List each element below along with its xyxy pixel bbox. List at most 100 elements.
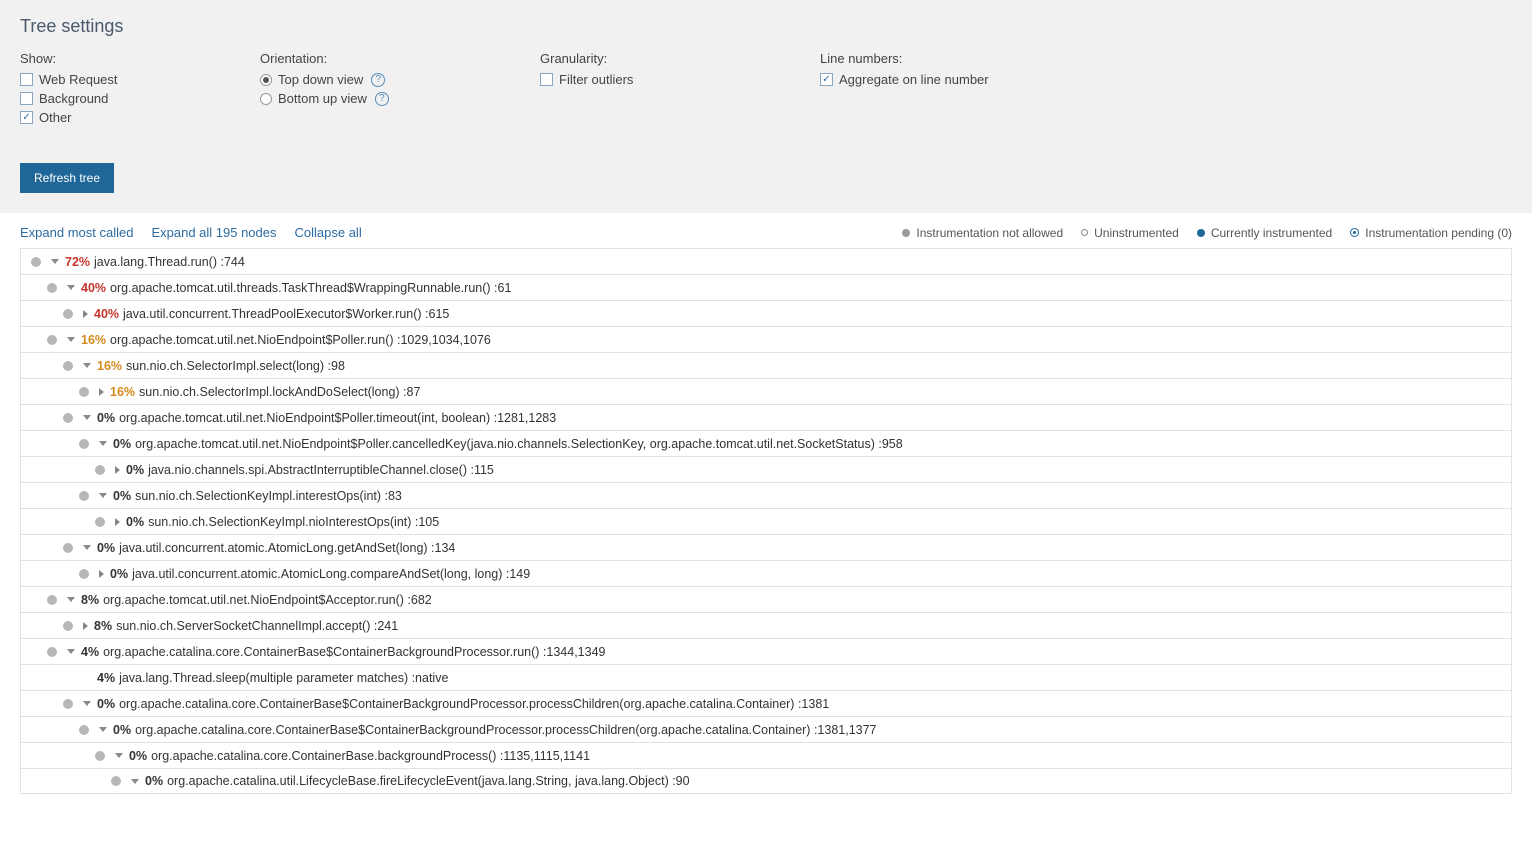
percentage-value: 0%: [126, 463, 144, 477]
checkbox-filter-outliers[interactable]: Filter outliers: [540, 72, 780, 87]
caret-down-icon[interactable]: [67, 285, 75, 290]
expand-all-link[interactable]: Expand all 195 nodes: [151, 225, 276, 240]
caret-down-icon[interactable]: [67, 337, 75, 342]
tree-row[interactable]: 0%org.apache.catalina.util.LifecycleBase…: [21, 768, 1511, 794]
method-signature: sun.nio.ch.ServerSocketChannelImpl.accep…: [116, 619, 398, 633]
tree-row[interactable]: 16%org.apache.tomcat.util.net.NioEndpoin…: [21, 326, 1511, 352]
legend-uninstrumented: Uninstrumented: [1081, 226, 1179, 240]
status-dot-icon[interactable]: [63, 543, 73, 553]
status-dot-icon[interactable]: [79, 387, 89, 397]
tree-row[interactable]: 0%sun.nio.ch.SelectionKeyImpl.nioInteres…: [21, 508, 1511, 534]
caret-down-icon[interactable]: [51, 259, 59, 264]
help-icon[interactable]: ?: [375, 92, 389, 106]
method-signature: org.apache.tomcat.util.net.NioEndpoint$P…: [119, 411, 556, 425]
status-dot-icon[interactable]: [63, 621, 73, 631]
tree-row[interactable]: 8% sun.nio.ch.ServerSocketChannelImpl.acc…: [21, 612, 1511, 638]
method-signature: java.util.concurrent.ThreadPoolExecutor$…: [123, 307, 449, 321]
granularity-column: Granularity: Filter outliers: [540, 51, 780, 129]
status-dot-icon[interactable]: [31, 257, 41, 267]
help-icon[interactable]: ?: [371, 73, 385, 87]
collapse-all-link[interactable]: Collapse all: [295, 225, 362, 240]
granularity-label: Granularity:: [540, 51, 780, 66]
caret-down-icon[interactable]: [83, 415, 91, 420]
caret-down-icon[interactable]: [131, 779, 139, 784]
tree-row[interactable]: 40%org.apache.tomcat.util.threads.TaskTh…: [21, 274, 1511, 300]
status-dot-icon[interactable]: [79, 725, 89, 735]
status-dot-icon[interactable]: [95, 517, 105, 527]
percentage-value: 8%: [94, 619, 112, 633]
status-dot-icon[interactable]: [111, 776, 121, 786]
caret-down-icon[interactable]: [115, 753, 123, 758]
caret-down-icon[interactable]: [67, 649, 75, 654]
caret-down-icon[interactable]: [99, 727, 107, 732]
percentage-value: 0%: [110, 567, 128, 581]
checkbox-background[interactable]: Background: [20, 91, 220, 106]
status-dot-icon[interactable]: [95, 751, 105, 761]
checkbox-icon: [20, 111, 33, 124]
tree-row[interactable]: 0%org.apache.catalina.core.ContainerBase…: [21, 690, 1511, 716]
checkbox-aggregate-line[interactable]: Aggregate on line number: [820, 72, 1060, 87]
status-dot-icon[interactable]: [63, 699, 73, 709]
status-dot-icon[interactable]: [63, 309, 73, 319]
method-signature: org.apache.catalina.core.ContainerBase$C…: [119, 697, 829, 711]
tree-row[interactable]: 0%java.util.concurrent.atomic.AtomicLong…: [21, 560, 1511, 586]
method-signature: org.apache.catalina.core.ContainerBase.b…: [151, 749, 590, 763]
checkbox-icon: [820, 73, 833, 86]
expand-most-called-link[interactable]: Expand most called: [20, 225, 133, 240]
tree-row[interactable]: 0%org.apache.tomcat.util.net.NioEndpoint…: [21, 430, 1511, 456]
radio-top-down[interactable]: Top down view ?: [260, 72, 500, 87]
caret-down-icon[interactable]: [83, 701, 91, 706]
tree-row[interactable]: 16%sun.nio.ch.SelectorImpl.lockAndDoSele…: [21, 378, 1511, 404]
caret-down-icon[interactable]: [83, 545, 91, 550]
tree-row[interactable]: 0%java.util.concurrent.atomic.AtomicLong…: [21, 534, 1511, 560]
tree-row[interactable]: 0%java.nio.channels.spi.AbstractInterrup…: [21, 456, 1511, 482]
tree-row[interactable]: 0% org.apache.catalina.core.ContainerBase…: [21, 742, 1511, 768]
tree-row[interactable]: 0%sun.nio.ch.SelectionKeyImpl.interestOp…: [21, 482, 1511, 508]
tree-row[interactable]: 72%java.lang.Thread.run() :744: [21, 248, 1511, 274]
caret-down-icon[interactable]: [99, 493, 107, 498]
status-dot-icon[interactable]: [47, 595, 57, 605]
tree-row[interactable]: 4%java.lang.Thread.sleep(multiple parame…: [21, 664, 1511, 690]
radio-bottom-up[interactable]: Bottom up view ?: [260, 91, 500, 106]
radio-icon: [260, 93, 272, 105]
legend-label: Uninstrumented: [1094, 226, 1179, 240]
line-numbers-label: Line numbers:: [820, 51, 1060, 66]
caret-right-icon[interactable]: [115, 518, 120, 526]
caret-right-icon[interactable]: [99, 388, 104, 396]
line-numbers-column: Line numbers: Aggregate on line number: [820, 51, 1060, 129]
status-dot-icon[interactable]: [95, 465, 105, 475]
checkbox-other[interactable]: Other: [20, 110, 220, 125]
tree-row[interactable]: 4%org.apache.catalina.core.ContainerBase…: [21, 638, 1511, 664]
status-dot-icon[interactable]: [63, 413, 73, 423]
percentage-value: 8%: [81, 593, 99, 607]
caret-down-icon[interactable]: [67, 597, 75, 602]
status-dot-icon[interactable]: [47, 283, 57, 293]
caret-right-icon[interactable]: [83, 310, 88, 318]
percentage-value: 4%: [81, 645, 99, 659]
dot-grey-icon: [902, 229, 910, 237]
caret-down-icon[interactable]: [83, 363, 91, 368]
checkbox-web-request[interactable]: Web Request: [20, 72, 220, 87]
tree-row[interactable]: 40%java.util.concurrent.ThreadPoolExecut…: [21, 300, 1511, 326]
tree-row[interactable]: 0%org.apache.catalina.core.ContainerBase…: [21, 716, 1511, 742]
caret-down-icon[interactable]: [99, 441, 107, 446]
method-signature: java.lang.Thread.run() :744: [94, 255, 245, 269]
settings-title: Tree settings: [20, 16, 1512, 37]
tree-row[interactable]: 8%org.apache.tomcat.util.net.NioEndpoint…: [21, 586, 1511, 612]
tree-row[interactable]: 0%org.apache.tomcat.util.net.NioEndpoint…: [21, 404, 1511, 430]
tree-row[interactable]: 16%sun.nio.ch.SelectorImpl.select(long) …: [21, 352, 1511, 378]
method-signature: java.util.concurrent.atomic.AtomicLong.g…: [119, 541, 455, 555]
status-dot-icon[interactable]: [79, 569, 89, 579]
radio-label: Bottom up view: [278, 91, 367, 106]
caret-right-icon[interactable]: [115, 466, 120, 474]
refresh-tree-button[interactable]: Refresh tree: [20, 163, 114, 193]
status-dot-icon[interactable]: [79, 439, 89, 449]
status-dot-icon[interactable]: [79, 491, 89, 501]
status-dot-icon[interactable]: [47, 647, 57, 657]
dot-blue-icon: [1197, 229, 1205, 237]
status-dot-icon[interactable]: [63, 361, 73, 371]
caret-right-icon[interactable]: [83, 622, 88, 630]
status-dot-icon[interactable]: [47, 335, 57, 345]
caret-right-icon[interactable]: [99, 570, 104, 578]
percentage-value: 0%: [129, 749, 147, 763]
